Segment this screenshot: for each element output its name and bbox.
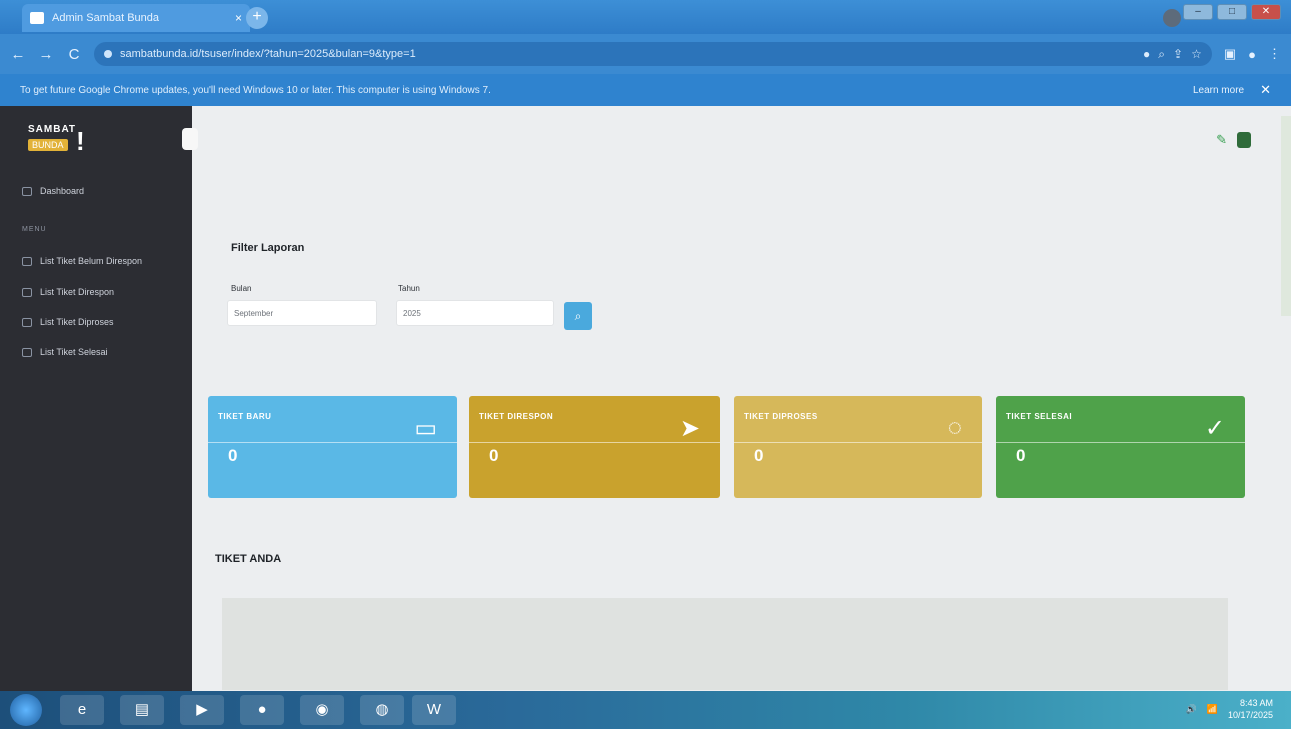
logo[interactable]: SAMBAT BUNDA !: [28, 124, 90, 160]
sidebar-item-selesai[interactable]: List Tiket Selesai: [22, 347, 108, 357]
back-icon[interactable]: ←: [10, 46, 26, 63]
profile-icon[interactable]: [1163, 9, 1181, 27]
send-icon: ➤: [679, 415, 700, 442]
process-icon: [22, 317, 32, 327]
sidebar-item-label: List Tiket Belum Direspon: [40, 256, 143, 266]
sidebar-item-label: List Tiket Direspon: [40, 287, 115, 297]
favicon-icon: [30, 12, 44, 24]
browser-tab[interactable]: Admin Sambat Bunda ×: [22, 4, 250, 32]
media-icon[interactable]: ▶: [180, 695, 224, 725]
clock[interactable]: 8:43 AM 10/17/2025: [1228, 697, 1273, 721]
filter-submit-button[interactable]: ⌕: [564, 302, 592, 330]
location-icon[interactable]: ●: [1143, 47, 1150, 61]
sidebar-item-belum-direspon[interactable]: List Tiket Belum Direspon: [22, 256, 142, 266]
logo-bottom-text: BUNDA: [28, 139, 68, 151]
sidebar-item-label: List Tiket Diproses: [40, 317, 114, 327]
card-label: TIKET BARU: [218, 412, 272, 421]
sidebar-toggle-button[interactable]: [182, 128, 198, 150]
new-tab-button[interactable]: +: [246, 7, 268, 29]
card-tiket-direspon[interactable]: TIKET DIRESPON 0 ➤: [469, 396, 720, 498]
url-text[interactable]: sambatbunda.id/tsuser/index/?tahun=2025&…: [120, 48, 1135, 60]
reload-icon[interactable]: C: [66, 46, 82, 63]
check-icon: ✓: [1204, 415, 1225, 442]
inbox-icon: ▭: [414, 415, 437, 442]
sidebar-item-dashboard[interactable]: Dashboard: [22, 186, 84, 196]
clock-date: 10/17/2025: [1227, 710, 1273, 720]
maximize-button[interactable]: □: [1217, 4, 1247, 20]
month-label: Bulan: [231, 284, 252, 293]
crest-icon: [1237, 132, 1251, 148]
sidebar-item-diproses[interactable]: List Tiket Diproses: [22, 317, 114, 327]
edit-icon[interactable]: ✎: [1216, 132, 1227, 148]
card-tiket-selesai[interactable]: TIKET SELESAI 0 ✓: [996, 396, 1245, 498]
card-tiket-baru[interactable]: TIKET BARU 0 ▭: [208, 396, 457, 498]
month-select[interactable]: September: [227, 300, 377, 326]
zoom-icon[interactable]: ⌕: [1158, 47, 1165, 62]
browser-toolbar: ← → C sambatbunda.id/tsuser/index/?tahun…: [0, 34, 1291, 74]
update-infobar: To get future Google Chrome updates, you…: [0, 74, 1291, 106]
taskbar: e ▤ ▶ ● ◉ ◍ W 🔊 📶 8:43 AM 10/17/2025: [0, 691, 1291, 729]
dashboard-icon: [22, 186, 32, 196]
bookmark-star-icon[interactable]: ☆: [1191, 47, 1202, 61]
app-icon[interactable]: ◉: [300, 695, 344, 725]
sidebar: SAMBAT BUNDA ! Dashboard MENU List Tiket…: [0, 106, 192, 691]
system-tray: 🔊 📶 8:43 AM 10/17/2025: [1186, 697, 1273, 721]
sidebar-item-direspon[interactable]: List Tiket Direspon: [22, 287, 114, 297]
main-content: ✎ Filter Laporan Bulan September Tahun 2…: [182, 106, 1291, 691]
card-tiket-diproses[interactable]: TIKET DIPROSES 0 ◌: [734, 396, 982, 498]
network-icon[interactable]: 📶: [1207, 704, 1218, 715]
menu-section-label: MENU: [22, 226, 47, 233]
ie-icon[interactable]: e: [60, 695, 104, 725]
tab-title: Admin Sambat Bunda: [52, 12, 160, 24]
users-icon: [22, 256, 32, 266]
volume-icon[interactable]: 🔊: [1186, 704, 1197, 715]
card-value: 0: [228, 446, 238, 465]
window-close-button[interactable]: ✕: [1251, 4, 1281, 20]
sidebar-item-label: Dashboard: [40, 186, 85, 196]
learn-more-link[interactable]: Learn more: [1193, 85, 1244, 96]
card-divider: [734, 442, 982, 443]
infobar-close-icon[interactable]: ✕: [1260, 82, 1271, 98]
start-button[interactable]: [10, 694, 42, 726]
ticket-table: [222, 598, 1228, 690]
chrome-icon[interactable]: ●: [240, 695, 284, 725]
year-select[interactable]: 2025: [396, 300, 554, 326]
menu-kebab-icon[interactable]: ⋮: [1268, 46, 1281, 62]
header-actions: ✎: [1216, 132, 1251, 148]
address-bar[interactable]: sambatbunda.id/tsuser/index/?tahun=2025&…: [94, 42, 1212, 66]
account-icon[interactable]: ●: [1248, 47, 1256, 62]
done-icon: [22, 347, 32, 357]
side-panel-icon[interactable]: ▣: [1224, 46, 1236, 62]
card-value: 0: [1016, 446, 1026, 465]
spinner-icon: ◌: [947, 414, 962, 441]
screen: Admin Sambat Bunda × + – □ ✕ ← → C samba…: [0, 0, 1291, 729]
lock-icon: [104, 50, 112, 58]
word-icon[interactable]: W: [412, 695, 456, 725]
card-label: TIKET DIPROSES: [744, 412, 818, 421]
infobar-text: To get future Google Chrome updates, you…: [20, 84, 491, 96]
section-title: TIKET ANDA: [215, 553, 282, 565]
clock-time: 8:43 AM: [1239, 698, 1273, 708]
card-value: 0: [754, 446, 764, 465]
chrome-window-icon[interactable]: ◍: [360, 695, 404, 725]
forward-icon[interactable]: →: [38, 46, 54, 63]
browser-tab-bar: Admin Sambat Bunda × + – □ ✕: [0, 0, 1291, 34]
card-value: 0: [489, 446, 499, 465]
logo-exclamation: !: [76, 126, 85, 156]
year-label: Tahun: [398, 284, 420, 293]
minimize-button[interactable]: –: [1183, 4, 1213, 20]
scrollbar[interactable]: [1281, 116, 1291, 316]
card-label: TIKET SELESAI: [1006, 412, 1073, 421]
tab-close-icon[interactable]: ×: [235, 11, 242, 25]
card-label: TIKET DIRESPON: [479, 412, 554, 421]
share-icon[interactable]: ⇪: [1173, 47, 1183, 61]
explorer-icon[interactable]: ▤: [120, 695, 164, 725]
sidebar-item-label: List Tiket Selesai: [40, 347, 108, 357]
reply-icon: [22, 287, 32, 297]
window-controls: – □ ✕: [1183, 4, 1281, 20]
filter-title: Filter Laporan: [231, 242, 305, 254]
